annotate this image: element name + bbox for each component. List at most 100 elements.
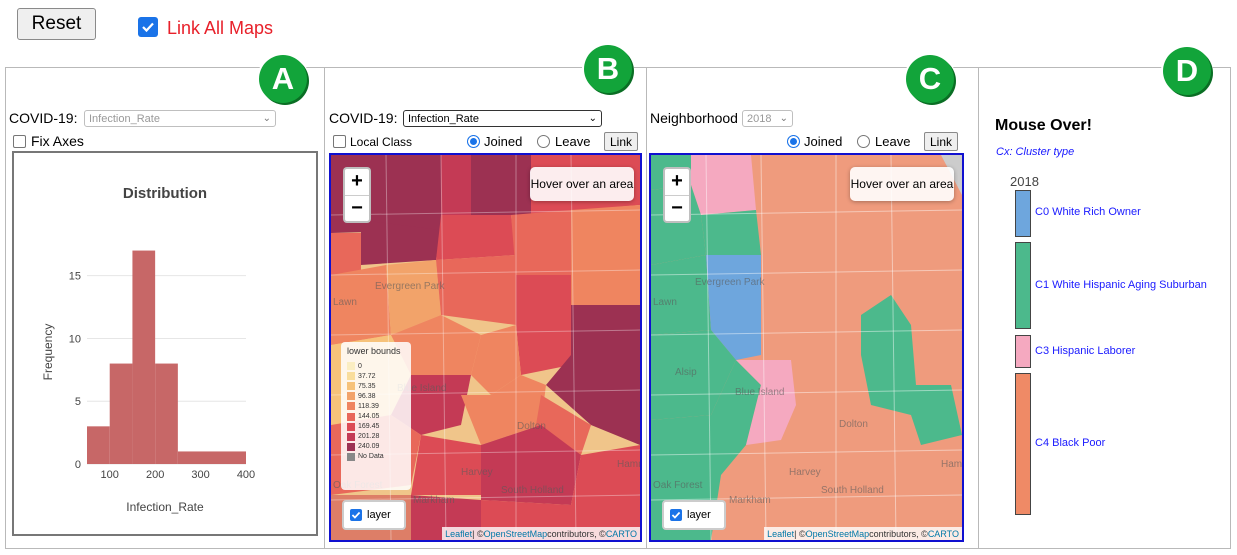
legend-swatch [347, 412, 355, 421]
joined-radio[interactable] [467, 135, 480, 148]
osm-link[interactable]: OpenStreetMap [806, 529, 870, 539]
zoom-in-button[interactable]: + [665, 169, 689, 196]
cluster-label-c3[interactable]: C3 Hispanic Laborer [1035, 345, 1135, 357]
map-region [511, 210, 571, 275]
leaflet-link[interactable]: Leaflet [445, 529, 472, 539]
carto-link[interactable]: CARTO [928, 529, 959, 539]
panel-divider [646, 67, 647, 549]
link-button[interactable]: Link [604, 132, 638, 151]
local-class-checkbox[interactable] [333, 135, 346, 148]
legend-item: 144.05 [347, 411, 405, 421]
joined-radio[interactable] [787, 135, 800, 148]
local-class-label: Local Class [350, 135, 413, 149]
histogram-bar [177, 451, 246, 464]
cluster-bar-c1[interactable] [1015, 242, 1031, 329]
panel-a-variable-select[interactable]: Infection_Rate ⌄ [84, 110, 276, 127]
hover-hint: Hover over an area [530, 167, 634, 201]
map-region [571, 205, 640, 305]
cluster-label-c0[interactable]: C0 White Rich Owner [1035, 206, 1141, 218]
histogram-bar [132, 250, 156, 464]
x-tick-label: 100 [101, 469, 119, 481]
layer-checkbox[interactable] [670, 509, 682, 521]
cluster-label-c4[interactable]: C4 Black Poor [1035, 437, 1105, 449]
osm-link[interactable]: OpenStreetMap [484, 529, 548, 539]
panel-b-variable-label: COVID-19: [329, 110, 398, 126]
town-label: Hamm [941, 459, 963, 470]
legend-swatch [347, 422, 355, 431]
panel-divider [324, 67, 325, 549]
town-label: South Holland [821, 485, 884, 496]
reset-button[interactable]: Reset [17, 8, 96, 40]
zoom-in-button[interactable]: + [345, 169, 369, 196]
fix-axes-checkbox[interactable] [13, 135, 26, 148]
zoom-out-button[interactable]: − [345, 196, 369, 222]
map-region [516, 275, 571, 375]
town-label: Lawn [653, 297, 677, 308]
town-label: Harvey [789, 467, 821, 478]
legend-label: 37.72 [358, 372, 376, 380]
town-label: Dolton [839, 419, 868, 430]
town-label: Markham [729, 495, 771, 506]
select-value: Infection_Rate [89, 112, 160, 125]
cluster-bar-c4[interactable] [1015, 373, 1031, 515]
mouse-over-title: Mouse Over! [995, 117, 1092, 134]
legend-label: 144.05 [358, 413, 380, 421]
attribution-text: contributors, © [547, 528, 606, 539]
checkmark-icon [671, 511, 681, 519]
year-select[interactable]: 2018 ⌄ [742, 110, 793, 127]
link-button[interactable]: Link [924, 132, 958, 151]
badge-b: B [584, 45, 632, 93]
legend-swatch [347, 442, 355, 451]
legend-label: 169.45 [358, 423, 380, 431]
select-value: Infection_Rate [408, 112, 479, 125]
legend-item: 75.35 [347, 381, 405, 391]
leaflet-link[interactable]: Leaflet [767, 529, 794, 539]
legend-item: 169.45 [347, 422, 405, 432]
histogram-svg: 0 5 10 15 100 200 300 400 Distribution Infection_… [41, 185, 255, 514]
map-attribution: Leaflet | © OpenStreetMap contributors, … [764, 527, 962, 540]
cluster-bar-c0[interactable] [1015, 190, 1031, 237]
x-tick-label: 300 [191, 469, 209, 481]
zoom-control[interactable]: + − [663, 167, 691, 223]
link-all-maps-label: Link All Maps [167, 18, 274, 38]
legend-item: No Data [347, 452, 405, 462]
layer-toggle[interactable]: layer [662, 500, 726, 530]
leave-radio[interactable] [857, 135, 870, 148]
carto-link[interactable]: CARTO [606, 529, 637, 539]
histogram-bar [155, 363, 178, 464]
layer-label: layer [687, 509, 711, 521]
zoom-out-button[interactable]: − [665, 196, 689, 222]
fix-axes-label: Fix Axes [31, 133, 84, 149]
layer-toggle[interactable]: layer [342, 500, 406, 530]
leave-radio[interactable] [537, 135, 550, 148]
panel-b-variable-select[interactable]: Infection_Rate ⌄ [403, 110, 602, 127]
map-region [411, 435, 481, 495]
town-label: Dolton [517, 421, 546, 432]
town-label: Markham [413, 495, 455, 506]
legend-label: 201.28 [358, 433, 380, 441]
map-region [651, 255, 711, 335]
cluster-label-c1[interactable]: C1 White Hispanic Aging Suburban [1035, 279, 1207, 291]
panel-a-variable-label: COVID-19: [9, 110, 78, 126]
badge-a: A [259, 55, 307, 103]
infection-rate-map[interactable]: Evergreen Park Blue Island Dolton Harvey… [329, 153, 642, 542]
legend-label: No Data [358, 453, 384, 461]
legend-label: 118.39 [358, 402, 379, 410]
map-region [701, 210, 761, 255]
legend-swatch [347, 362, 355, 371]
attribution-sep: | © [794, 528, 806, 539]
chevron-down-icon: ⌄ [588, 113, 597, 124]
legend-label: 240.09 [358, 443, 380, 451]
legend-label: 96.38 [358, 392, 376, 400]
town-label: Harvey [461, 467, 493, 478]
legend-label: 75.35 [358, 382, 376, 390]
town-label: Evergreen Park [695, 277, 765, 288]
zoom-control[interactable]: + − [343, 167, 371, 223]
layer-checkbox[interactable] [350, 509, 362, 521]
distribution-chart: 0 5 10 15 100 200 300 400 Distribution Infection_… [12, 151, 318, 536]
legend-item: 0 [347, 361, 405, 371]
legend-label: 0 [358, 362, 362, 370]
neighborhood-cluster-map[interactable]: Evergreen Park Alsip Blue Island Dolton … [649, 153, 964, 542]
cluster-bar-c3[interactable] [1015, 335, 1031, 368]
link-all-maps-checkbox[interactable] [138, 17, 158, 37]
